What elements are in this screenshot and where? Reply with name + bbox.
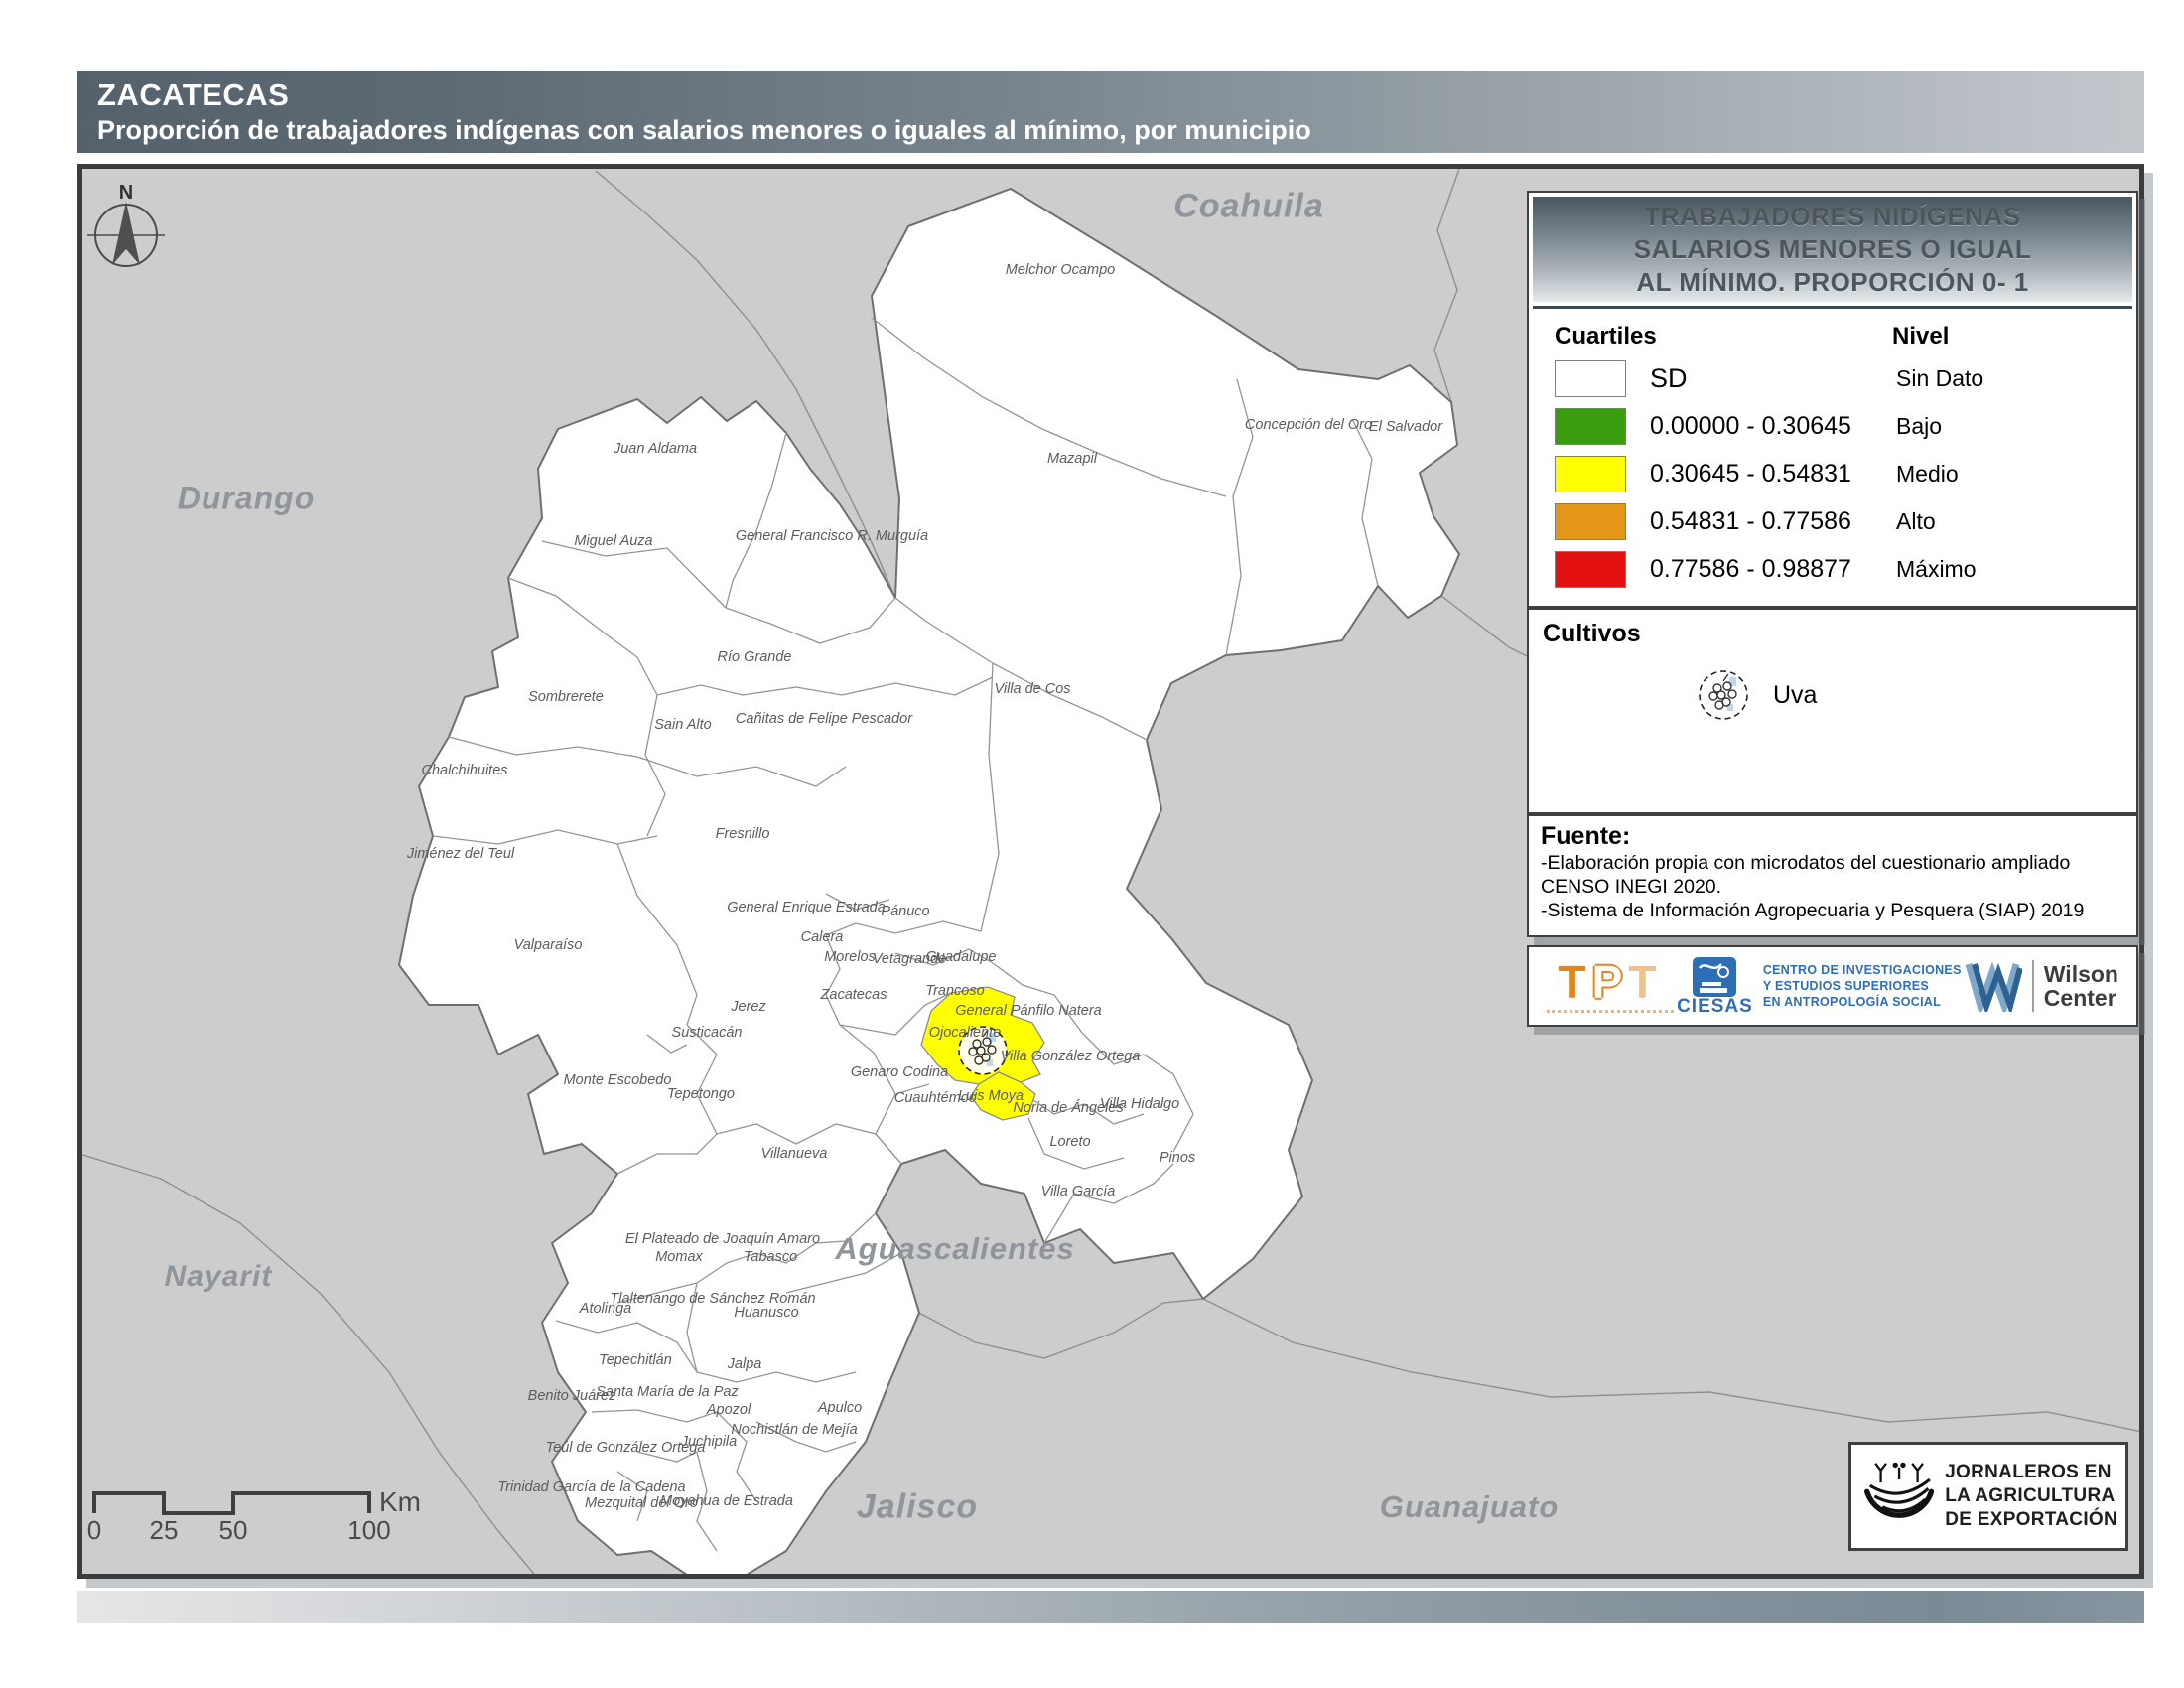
page-title: ZACATECAS: [97, 77, 2144, 113]
legend-row: SD Sin Dato: [1555, 354, 2136, 402]
title-bar: ZACATECAS Proporción de trabajadores ind…: [77, 71, 2144, 153]
scale-bar: 0 25 50 100 Km: [87, 1486, 421, 1545]
logos-panel: TPT CIESAS CENTRO DE INVESTIGACIONES Y E…: [1527, 945, 2138, 1027]
legend-title-line: TRABAJADORES NIDÍGENAS: [1644, 201, 2020, 233]
fuente-line: -Sistema de Información Agropecuaria y P…: [1541, 899, 2126, 922]
legend-range: 0.77586 - 0.98877: [1650, 555, 1896, 584]
ciesas-line: Y ESTUDIOS SUPERIORES: [1763, 978, 1962, 994]
legend-title: TRABAJADORES NIDÍGENAS SALARIOS MENORES …: [1533, 197, 2132, 302]
legend-title-line: SALARIOS MENORES O IGUAL: [1634, 233, 2032, 266]
legend-nivel: Alto: [1896, 508, 1936, 535]
zacatecas-state-shape: [399, 189, 1459, 1574]
legend-nivel: Máximo: [1896, 556, 1977, 583]
grape-icon: [1696, 667, 1751, 723]
scale-tick-25: 25: [150, 1515, 179, 1545]
tpt-letter: T: [1628, 956, 1662, 1008]
jornaleros-line: LA AGRICULTURA: [1945, 1484, 2117, 1508]
scale-unit: Km: [379, 1486, 421, 1517]
agriculture-field-icon: [1859, 1449, 1939, 1544]
legend-col-cuartiles: Cuartiles: [1555, 323, 1892, 351]
tpt-logo: TPT: [1547, 960, 1674, 1013]
cultivos-heading: Cultivos: [1543, 620, 2136, 648]
legend-title-line: AL MÍNIMO. PROPORCIÓN 0- 1: [1636, 266, 2028, 299]
wilson-monogram-icon: [1965, 960, 2022, 1012]
north-arrow-icon: N: [87, 182, 165, 266]
legend-row: 0.77586 - 0.98877 Máximo: [1555, 545, 2136, 593]
ciesas-line: EN ANTROPOLOGÍA SOCIAL: [1763, 994, 1962, 1010]
fuente-heading: Fuente:: [1541, 822, 2126, 851]
legend-nivel: Sin Dato: [1896, 365, 1983, 392]
ciesas-line: CENTRO DE INVESTIGACIONES: [1763, 962, 1962, 978]
scale-tick-0: 0: [87, 1515, 101, 1545]
fuente-panel: Fuente: -Elaboración propia con microdat…: [1527, 814, 2138, 937]
fuente-line: CENSO INEGI 2020.: [1541, 875, 2126, 899]
jornaleros-logo: JORNALEROS EN LA AGRICULTURA DE EXPORTAC…: [1848, 1442, 2128, 1551]
legend-row: 0.30645 - 0.54831 Medio: [1555, 450, 2136, 497]
tpt-caption: [1547, 1010, 1674, 1013]
grape-icon: [959, 1027, 1007, 1074]
ciesas-acronym: CIESAS: [1677, 998, 1753, 1016]
wilson-center-logo: Wilson Center: [1965, 960, 2118, 1012]
jornaleros-line: JORNALEROS EN: [1945, 1461, 2117, 1484]
tpt-letter: P: [1592, 956, 1629, 1008]
ciesas-logo: CIESAS CENTRO DE INVESTIGACIONES Y ESTUD…: [1677, 956, 1962, 1016]
legend-swatch-alto: [1555, 503, 1626, 540]
legend-swatch-medio: [1555, 456, 1626, 492]
legend-row: 0.54831 - 0.77586 Alto: [1555, 497, 2136, 545]
ciesas-icon: [1692, 956, 1737, 998]
scale-tick-100: 100: [347, 1515, 390, 1545]
tpt-letter: T: [1559, 956, 1592, 1008]
scale-tick-50: 50: [219, 1515, 248, 1545]
legend-divider: [1533, 306, 2132, 309]
legend-panel: TRABAJADORES NIDÍGENAS SALARIOS MENORES …: [1527, 191, 2138, 608]
wilson-name-line: Center: [2044, 986, 2118, 1010]
page-subtitle: Proporción de trabajadores indígenas con…: [97, 113, 2144, 147]
wilson-name-line: Wilson: [2044, 962, 2118, 986]
legend-swatch-sd: [1555, 360, 1626, 397]
legend-nivel: Bajo: [1896, 413, 1942, 440]
jornaleros-line: DE EXPORTACIÓN: [1945, 1508, 2117, 1532]
legend-swatch-bajo: [1555, 408, 1626, 445]
legend-row: 0.00000 - 0.30645 Bajo: [1555, 402, 2136, 450]
cultivos-panel: Cultivos Uva: [1527, 608, 2138, 814]
legend-swatch-maximo: [1555, 551, 1626, 588]
fuente-line: -Elaboración propia con microdatos del c…: [1541, 851, 2126, 875]
map-canvas: N 0 25 50 100 Km CoahuilaDurangoNayaritA…: [77, 164, 2144, 1579]
bottom-gradient-strip: [77, 1591, 2144, 1623]
legend-range: 0.54831 - 0.77586: [1650, 507, 1896, 536]
legend-range: SD: [1650, 363, 1896, 394]
legend-nivel: Medio: [1896, 461, 1959, 488]
legend-range: 0.30645 - 0.54831: [1650, 460, 1896, 489]
cultivo-item: Uva: [1696, 667, 1817, 723]
wilson-divider: [2032, 960, 2034, 1012]
north-label: N: [119, 182, 133, 204]
legend-range: 0.00000 - 0.30645: [1650, 412, 1896, 441]
legend-col-nivel: Nivel: [1892, 323, 1949, 351]
cultivo-label: Uva: [1773, 681, 1817, 710]
